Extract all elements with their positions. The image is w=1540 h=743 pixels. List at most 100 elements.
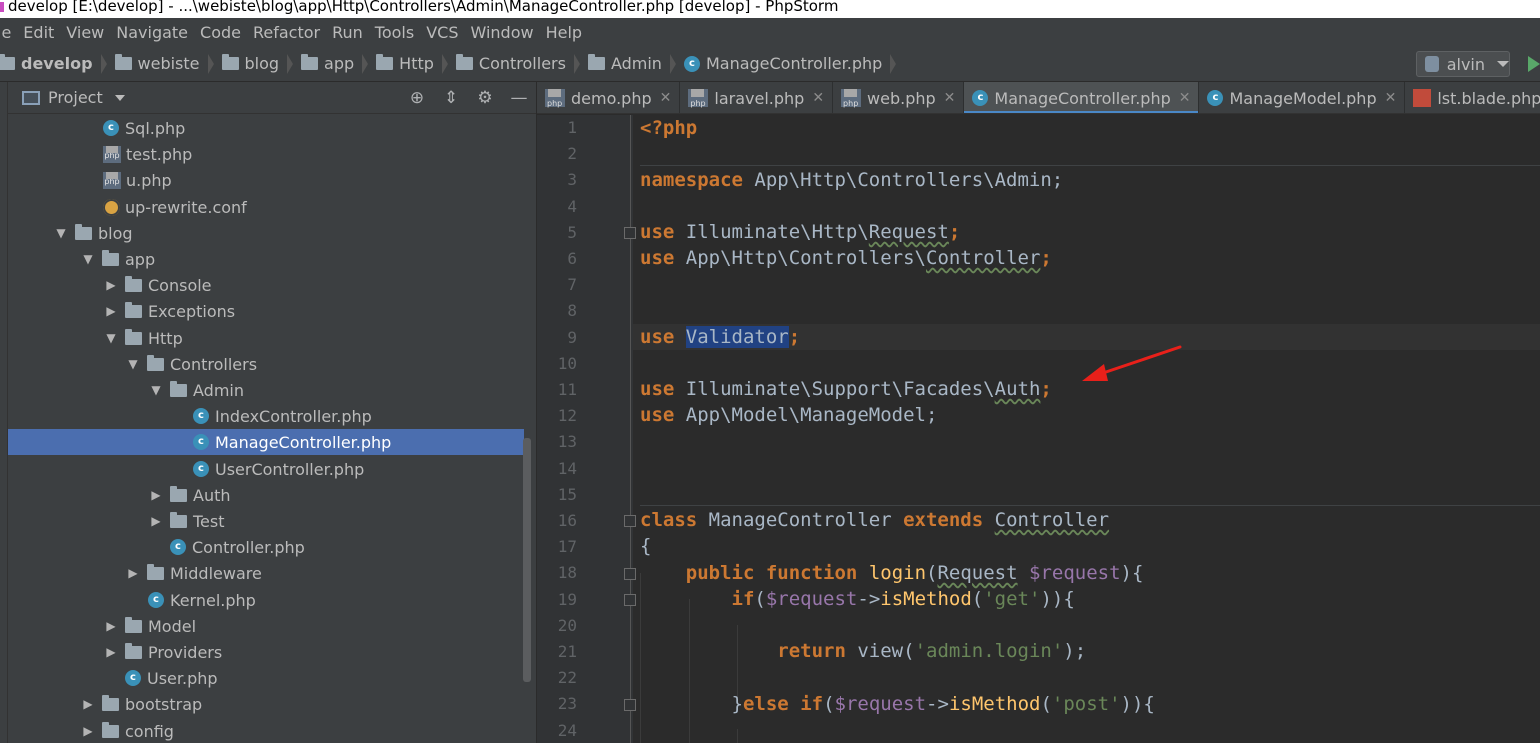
locate-icon[interactable]: ⊕ (400, 88, 434, 108)
tree-folder[interactable]: ▶ Model (8, 613, 524, 639)
hide-icon[interactable]: — (502, 88, 536, 108)
tree-folder[interactable]: ▶ Auth (8, 482, 524, 508)
tab-demo-php[interactable]: demo.php✕ (537, 82, 681, 113)
expanded-arrow-icon[interactable]: ▼ (103, 331, 119, 345)
tree-file[interactable]: up-rewrite.conf (8, 194, 524, 220)
collapsed-arrow-icon[interactable]: ▶ (103, 645, 119, 659)
collapsed-arrow-icon[interactable]: ▶ (103, 619, 119, 633)
menu-tools[interactable]: Tools (369, 23, 420, 42)
folder-icon (301, 54, 319, 70)
fold-icon[interactable] (624, 568, 636, 580)
expanded-arrow-icon[interactable]: ▼ (125, 357, 141, 371)
tree-folder[interactable]: ▼ blog (8, 220, 524, 246)
fold-icon[interactable] (624, 699, 636, 711)
line-number: 19 (557, 590, 577, 609)
expanded-arrow-icon[interactable]: ▼ (53, 226, 69, 240)
close-icon[interactable]: ✕ (1179, 90, 1191, 106)
line-number: 7 (567, 275, 577, 294)
menu-edit[interactable]: Edit (17, 23, 60, 42)
menu-bar: le Edit View Navigate Code Refactor Run … (0, 18, 1540, 46)
close-icon[interactable]: ✕ (1385, 90, 1397, 106)
expanded-arrow-icon[interactable]: ▼ (148, 383, 164, 397)
project-scrollbar[interactable] (523, 438, 531, 682)
breadcrumb-item[interactable]: app (297, 53, 372, 74)
tab-managemodel-php[interactable]: c ManageModel.php ✕ (1199, 82, 1406, 113)
tab-managecontroller-php[interactable]: c ManageController.php ✕ (964, 82, 1200, 113)
tree-folder[interactable]: ▼ Admin (8, 377, 524, 403)
folder-icon (125, 328, 142, 345)
code-line: return view('admin.login'); (777, 640, 1087, 662)
tree-file[interactable]: c IndexController.php (8, 403, 524, 429)
run-icon[interactable] (1528, 56, 1540, 72)
tree-file[interactable]: c Controller.php (8, 534, 524, 560)
menu-vcs[interactable]: VCS (420, 23, 464, 42)
tree-file[interactable]: c Kernel.php (8, 587, 524, 613)
php-file-icon (841, 89, 862, 108)
menu-refactor[interactable]: Refactor (247, 23, 326, 42)
menu-help[interactable]: Help (540, 23, 588, 42)
fold-icon[interactable] (624, 515, 636, 527)
tree-folder[interactable]: ▼ Http (8, 325, 524, 351)
tree-file[interactable]: c User.php (8, 665, 524, 691)
tree-folder[interactable]: ▶ Console (8, 272, 524, 298)
line-number: 12 (557, 406, 577, 425)
tree-folder[interactable]: ▼ Controllers (8, 351, 524, 377)
menu-file[interactable]: le (0, 23, 17, 42)
tab-web-php[interactable]: web.php✕ (833, 82, 965, 113)
tree-folder[interactable]: ▶ Middleware (8, 560, 524, 586)
menu-run[interactable]: Run (326, 23, 369, 42)
tree-file[interactable]: php u.php (8, 167, 524, 193)
tree-folder[interactable]: ▶ Providers (8, 639, 524, 665)
menu-code[interactable]: Code (194, 23, 247, 42)
php-class-icon: c (1207, 90, 1224, 106)
collapsed-arrow-icon[interactable]: ▶ (80, 697, 96, 711)
collapsed-arrow-icon[interactable]: ▶ (125, 566, 141, 580)
php-class-icon: c (148, 592, 164, 608)
project-panel-title[interactable]: Project (48, 88, 103, 107)
tree-file[interactable]: php test.php (8, 141, 524, 167)
tree-file[interactable]: c ManageController.php (8, 429, 524, 455)
tree-folder[interactable]: ▶ config (8, 718, 524, 743)
collapsed-arrow-icon[interactable]: ▶ (148, 488, 164, 502)
close-icon[interactable]: ✕ (660, 90, 672, 106)
tree-folder[interactable]: ▼ app (8, 246, 524, 272)
menu-navigate[interactable]: Navigate (110, 23, 194, 42)
collapsed-arrow-icon[interactable]: ▶ (103, 304, 119, 318)
tree-item-label: Model (148, 616, 197, 636)
fold-icon[interactable] (624, 594, 636, 606)
folder-icon (170, 380, 187, 397)
breadcrumb-item[interactable]: webiste (111, 53, 218, 74)
fold-icon[interactable] (624, 227, 636, 239)
breadcrumb-item[interactable]: Http (372, 53, 452, 74)
collapsed-arrow-icon[interactable]: ▶ (148, 514, 164, 528)
folder-icon (114, 54, 132, 70)
breadcrumb-item[interactable]: Admin (584, 53, 680, 74)
tab-lst-blade-php[interactable]: lst.blade.php✕ (1405, 82, 1540, 113)
menu-window[interactable]: Window (465, 23, 540, 42)
code-editor[interactable]: 1 2 3 4 5 6 7 8 9 10 11 12 13 14 15 16 17 18 19 20 21 22 23 24 … (537, 115, 1540, 743)
breadcrumb-item[interactable]: c ManageController.php (680, 53, 900, 74)
php-class-icon: c (125, 670, 141, 686)
menu-view[interactable]: View (60, 23, 110, 42)
tab-laravel-php[interactable]: laravel.php✕ (680, 82, 834, 113)
tree-folder[interactable]: ▶ Exceptions (8, 298, 524, 324)
breadcrumb-item[interactable]: Controllers (452, 53, 584, 74)
chevron-down-icon[interactable] (114, 94, 125, 101)
code-line: public function login(Request $request){ (685, 562, 1144, 584)
tree-folder[interactable]: ▶ bootstrap (8, 691, 524, 717)
expanded-arrow-icon[interactable]: ▼ (80, 252, 96, 266)
breadcrumb-item[interactable]: develop (0, 53, 111, 74)
tree-file[interactable]: c Sql.php (8, 115, 524, 141)
gear-icon[interactable]: ⚙ (468, 88, 502, 108)
code-line: class ManageController extends Controlle… (640, 509, 1110, 531)
collapsed-arrow-icon[interactable]: ▶ (80, 724, 96, 738)
tree-folder[interactable]: ▶ Test (8, 508, 524, 534)
tree-item-label: Admin (193, 380, 244, 400)
breadcrumb-item[interactable]: blog (218, 53, 298, 74)
collapsed-arrow-icon[interactable]: ▶ (103, 278, 119, 292)
vcs-user-dropdown[interactable]: alvin (1416, 51, 1510, 77)
tree-file[interactable]: c UserController.php (8, 456, 524, 482)
collapse-icon[interactable]: ⇕ (434, 88, 468, 108)
close-icon[interactable]: ✕ (812, 90, 824, 106)
close-icon[interactable]: ✕ (944, 90, 956, 106)
